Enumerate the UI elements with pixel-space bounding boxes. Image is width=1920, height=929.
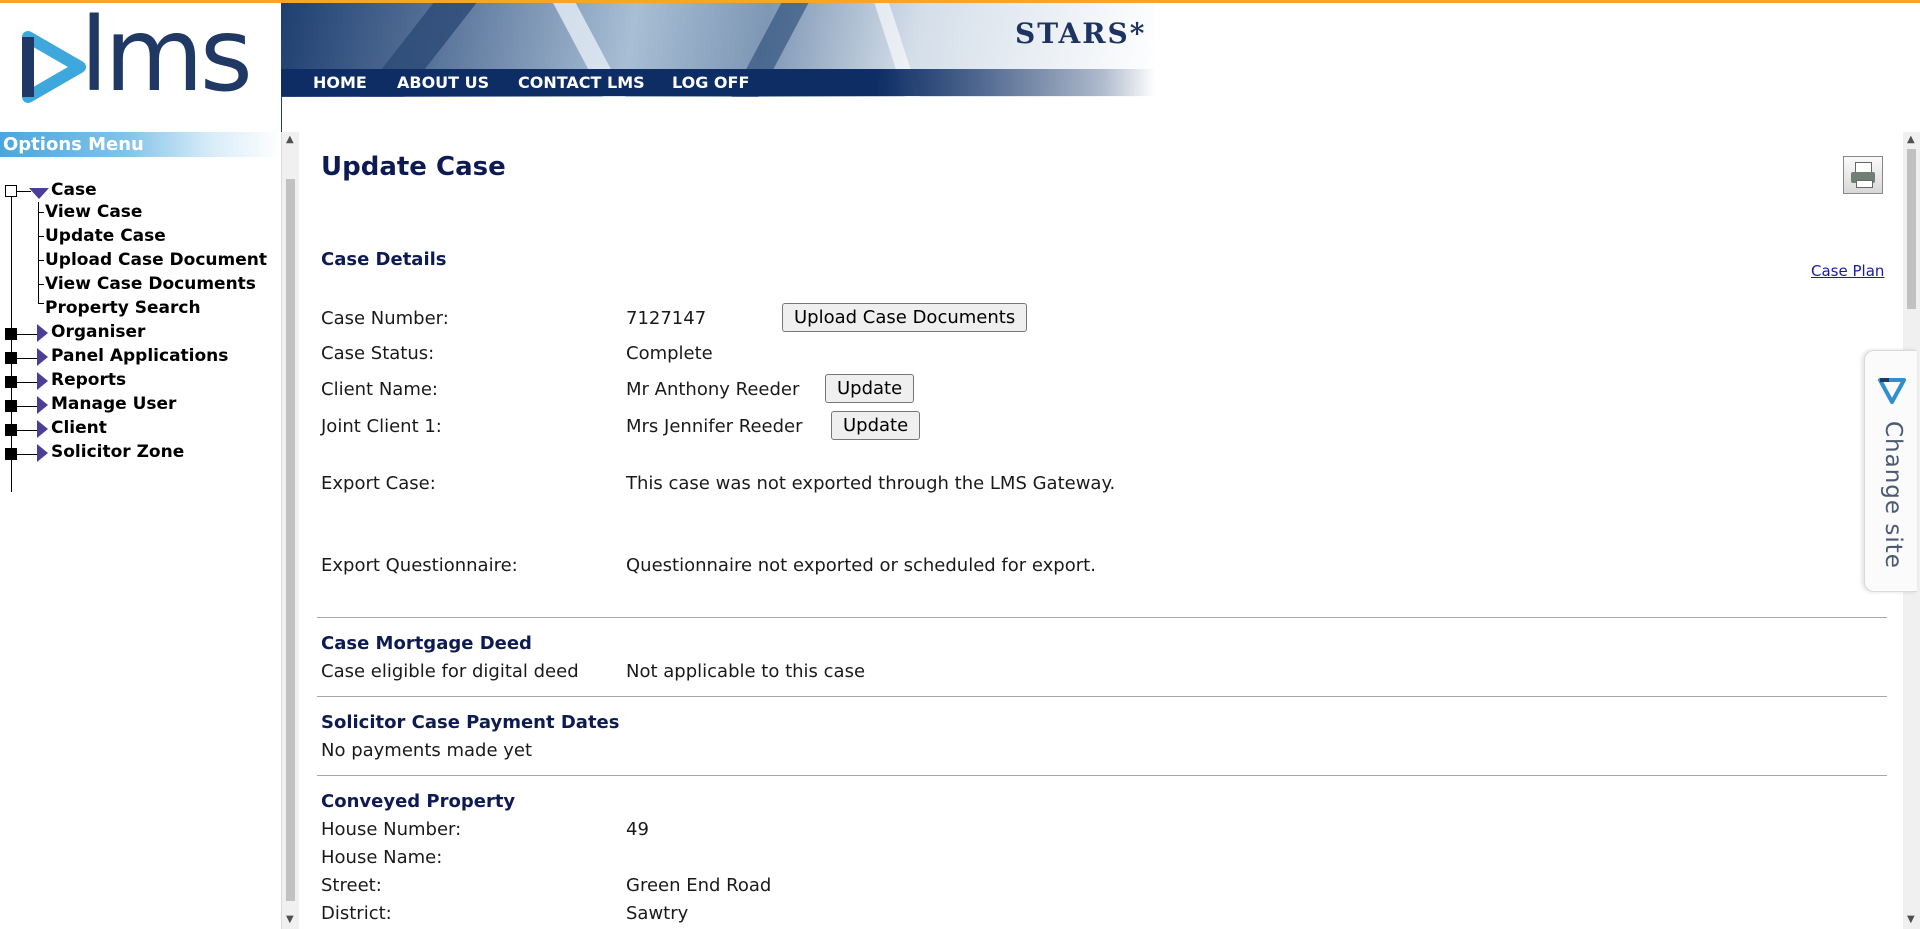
tree-item-reports[interactable]: Reports [51, 370, 126, 390]
case-plan-link[interactable]: Case Plan [1811, 262, 1884, 280]
client-expand-toggle[interactable] [5, 424, 17, 436]
logo-text: lms [80, 0, 253, 115]
street-label: Street: [321, 875, 382, 896]
scroll-up-arrow-icon[interactable]: ▲ [1907, 135, 1915, 145]
export-case-value: This case was not exported through the L… [626, 473, 1116, 494]
nav-contact-lms[interactable]: CONTACT LMS [518, 73, 645, 92]
scroll-down-arrow-icon[interactable]: ▼ [1907, 915, 1915, 925]
lms-mark-icon [1878, 378, 1906, 404]
house-number-value: 49 [626, 819, 649, 840]
change-site-tab[interactable]: Change site [1864, 350, 1917, 592]
panel-applications-collapsed-icon [37, 348, 48, 366]
client-name-value: Mr Anthony Reeder [626, 379, 800, 400]
manage-user-collapsed-icon [37, 396, 48, 414]
section-divider [317, 775, 1887, 776]
client-update-button[interactable]: Update [825, 374, 915, 403]
tree-item-case[interactable]: Case [51, 180, 97, 200]
tree-item-property-search[interactable]: Property Search [45, 298, 201, 318]
frame-scrollbar-thumb[interactable] [286, 179, 295, 901]
print-button[interactable] [1843, 156, 1883, 194]
joint-client-label: Joint Client 1: [321, 416, 442, 437]
district-label: District: [321, 903, 392, 924]
payment-dates-heading: Solicitor Case Payment Dates [321, 712, 620, 733]
digital-deed-value: Not applicable to this case [626, 661, 866, 682]
tree-item-panel-applications[interactable]: Panel Applications [51, 346, 228, 366]
digital-deed-label: Case eligible for digital deed [321, 661, 579, 682]
export-case-label: Export Case: [321, 473, 436, 494]
section-divider [317, 617, 1887, 618]
panel-applications-expand-toggle[interactable] [5, 352, 17, 364]
street-value: Green End Road [626, 875, 772, 896]
case-number-value: 7127147 [626, 308, 707, 329]
tree-item-organiser[interactable]: Organiser [51, 322, 145, 342]
client-collapsed-icon [37, 420, 48, 438]
page-title: Update Case [321, 152, 506, 182]
conveyed-property-heading: Conveyed Property [321, 791, 516, 812]
case-expanded-icon [29, 188, 49, 199]
case-number-label: Case Number: [321, 308, 449, 329]
client-name-label: Client Name: [321, 379, 438, 400]
content-scrollbar-thumb[interactable] [1907, 149, 1916, 309]
nav-about-us[interactable]: ABOUT US [397, 73, 489, 92]
solicitor-zone-collapsed-icon [37, 444, 48, 462]
house-number-label: House Number: [321, 819, 462, 840]
export-questionnaire-value: Questionnaire not exported or scheduled … [626, 555, 1096, 576]
upload-case-documents-button[interactable]: Upload Case Documents [782, 303, 1028, 332]
header-divider [281, 96, 282, 132]
export-questionnaire-label: Export Questionnaire: [321, 555, 518, 576]
nav-home[interactable]: HOME [313, 73, 367, 92]
case-status-label: Case Status: [321, 343, 435, 364]
case-status-value: Complete [626, 343, 713, 364]
nav-log-off[interactable]: LOG OFF [672, 73, 749, 92]
tree-item-view-case-documents[interactable]: View Case Documents [45, 274, 256, 294]
lms-logo[interactable]: lms [0, 3, 281, 131]
reports-collapsed-icon [37, 372, 48, 390]
frame-scrollbar[interactable]: ▲ ▼ [282, 132, 299, 929]
scroll-down-arrow-icon[interactable]: ▼ [286, 915, 294, 925]
reports-expand-toggle[interactable] [5, 376, 17, 388]
case-details-heading: Case Details [321, 249, 447, 270]
organiser-expand-toggle[interactable] [5, 328, 17, 340]
change-site-label: Change site [1880, 421, 1906, 569]
top-nav: HOME ABOUT US CONTACT LMS LOG OFF [281, 69, 1155, 96]
district-value: Sawtry [626, 903, 689, 924]
case-collapse-toggle[interactable] [5, 185, 17, 197]
tree-item-view-case[interactable]: View Case [45, 202, 142, 222]
tree-item-update-case[interactable]: Update Case [45, 226, 166, 246]
tree-item-upload-case-document[interactable]: Upload Case Document [45, 250, 267, 270]
tree-item-client[interactable]: Client [51, 418, 107, 438]
options-menu-title: Options Menu [3, 134, 144, 155]
options-menu-header: Options Menu [0, 132, 281, 157]
section-divider [317, 696, 1887, 697]
payment-dates-value: No payments made yet [321, 740, 533, 761]
house-name-label: House Name: [321, 847, 443, 868]
mortgage-deed-heading: Case Mortgage Deed [321, 633, 532, 654]
tree-item-solicitor-zone[interactable]: Solicitor Zone [51, 442, 184, 462]
tree-item-manage-user[interactable]: Manage User [51, 394, 176, 414]
scroll-up-arrow-icon[interactable]: ▲ [286, 135, 294, 145]
joint-client-value: Mrs Jennifer Reeder [626, 416, 803, 437]
stars-brand: STARS* [1015, 17, 1147, 50]
main-content: Update Case Case Plan Case Details Case … [299, 132, 1899, 929]
solicitor-zone-expand-toggle[interactable] [5, 448, 17, 460]
joint-client-update-button[interactable]: Update [831, 411, 921, 440]
manage-user-expand-toggle[interactable] [5, 400, 17, 412]
organiser-collapsed-icon [37, 324, 48, 342]
